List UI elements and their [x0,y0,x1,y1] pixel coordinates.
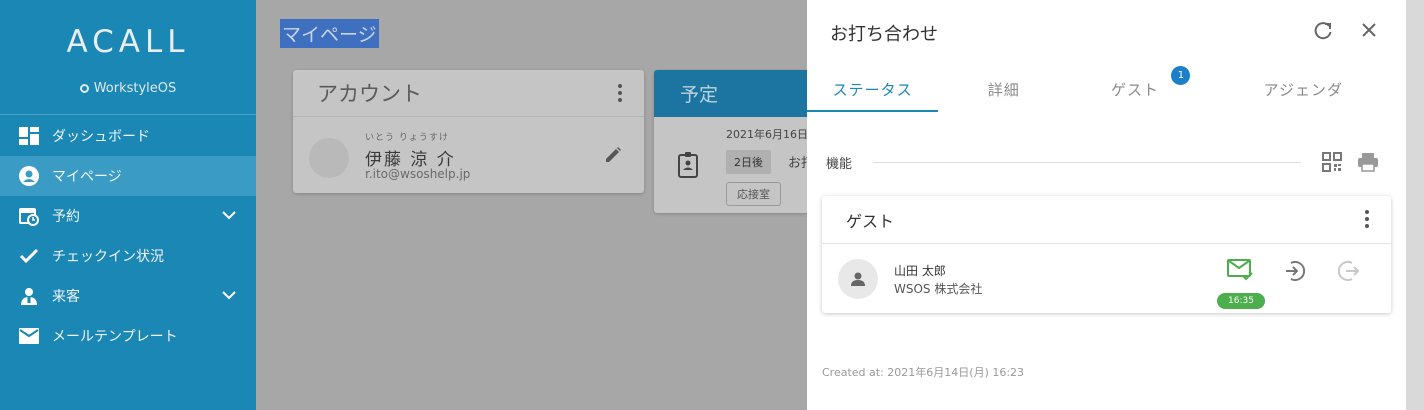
account-circle-icon [18,166,39,187]
panel-tabs: ステータス 詳細 ゲスト 1 アジェンダ [807,66,1406,112]
guest-count-badge: 1 [1171,66,1191,85]
sidebar-item-visitor[interactable]: 来客 [0,276,256,316]
account-email: r.ito@wsoshelp.jp [365,167,471,181]
sidebar-item-label: 予約 [52,209,80,225]
avatar [309,138,349,178]
page-title: マイページ [280,19,379,48]
sidebar-item-label: マイページ [52,169,122,185]
main-content: マイページ アカウント いとう りょうすけ 伊藤 涼 介 r.ito@wsosh… [256,0,814,410]
account-name-ruby: いとう りょうすけ [365,133,449,143]
section-divider [873,162,1301,163]
tab-agenda[interactable]: アジェンダ [1201,66,1406,112]
guest-card: ゲスト 山田 太郎 WSOS 株式会社 16:35 [822,196,1391,313]
guest-card-title: ゲスト [822,196,1391,244]
logo-subtitle-text: WorkstyleOS [93,81,177,96]
tab-label: ステータス [832,80,913,99]
calendar-clock-icon [18,206,39,227]
mail-icon [18,326,39,347]
panel-title: お打ち合わせ [830,24,938,45]
tab-label: アジェンダ [1263,80,1343,99]
sidebar-item-checkin-status[interactable]: チェックイン状況 [0,236,256,276]
created-at: Created at: 2021年6月14日(月) 16:23 [822,366,1025,379]
tab-status[interactable]: ステータス [807,66,939,112]
sidebar-item-label: メールテンプレート [52,329,178,345]
plan-card: 予定 2021年6月16日 2日後 お打 応接室 [654,70,814,213]
sidebar-item-reservation[interactable]: 予約 [0,196,256,236]
mail-sent-icon[interactable] [1227,259,1253,285]
edit-icon[interactable] [604,146,622,168]
badge-icon [678,152,698,182]
logo-subtitle: WorkstyleOS [0,81,256,96]
workstyle-ring-icon [79,84,89,93]
visitor-icon [18,286,39,307]
scrollbar[interactable] [1406,0,1424,410]
sidebar-item-mail-template[interactable]: メールテンプレート [0,316,256,356]
guest-name: 山田 太郎 [894,264,946,278]
person-icon [851,272,865,286]
checkin-icon[interactable] [1283,259,1307,287]
tab-guest[interactable]: ゲスト 1 [1069,66,1200,112]
checkout-icon[interactable] [1336,259,1360,287]
tab-details[interactable]: 詳細 [938,66,1069,112]
sidebar-divider [0,114,256,115]
avatar [838,259,878,299]
print-icon[interactable] [1357,152,1379,176]
more-vert-icon[interactable] [618,84,622,106]
tab-label: 詳細 [987,80,1020,99]
guest-company: WSOS 株式会社 [894,282,983,296]
sidebar-item-label: ダッシュボード [52,129,150,145]
account-card-title: アカウント [293,70,644,117]
plan-room-chip: 応接室 [726,182,781,206]
check-icon [18,246,39,267]
app-logo: ACALL [66,24,190,60]
sidebar: ACALL WorkstyleOS ダッシュボード マイページ 予約 チェックイ… [0,0,256,410]
mail-sent-time: 16:35 [1217,293,1265,309]
more-vert-icon[interactable] [1365,210,1369,232]
close-icon[interactable] [1361,22,1377,42]
meeting-panel: お打ち合わせ ステータス 詳細 ゲスト 1 アジェンダ 機能 ゲスト 山田 太郎 … [807,0,1406,410]
plan-days-chip: 2日後 [726,150,771,174]
plan-date: 2021年6月16日 [726,128,808,141]
chevron-down-icon[interactable] [222,208,236,224]
account-card: アカウント いとう りょうすけ 伊藤 涼 介 r.ito@wsoshelp.jp [293,70,644,193]
sidebar-item-dashboard[interactable]: ダッシュボード [0,116,256,156]
sidebar-nav: ダッシュボード マイページ 予約 チェックイン状況 来客 メールテンプレート [0,116,256,356]
qr-code-icon[interactable] [1322,152,1342,176]
dashboard-icon [18,126,39,147]
chevron-down-icon[interactable] [222,288,236,304]
sidebar-item-mypage[interactable]: マイページ [0,156,256,196]
section-label: 機能 [826,157,853,172]
sidebar-item-label: チェックイン状況 [52,249,164,265]
plan-card-title: 予定 [654,70,814,117]
sidebar-item-label: 来客 [52,289,80,305]
refresh-icon[interactable] [1312,20,1334,46]
tab-label: ゲスト [1111,80,1160,99]
